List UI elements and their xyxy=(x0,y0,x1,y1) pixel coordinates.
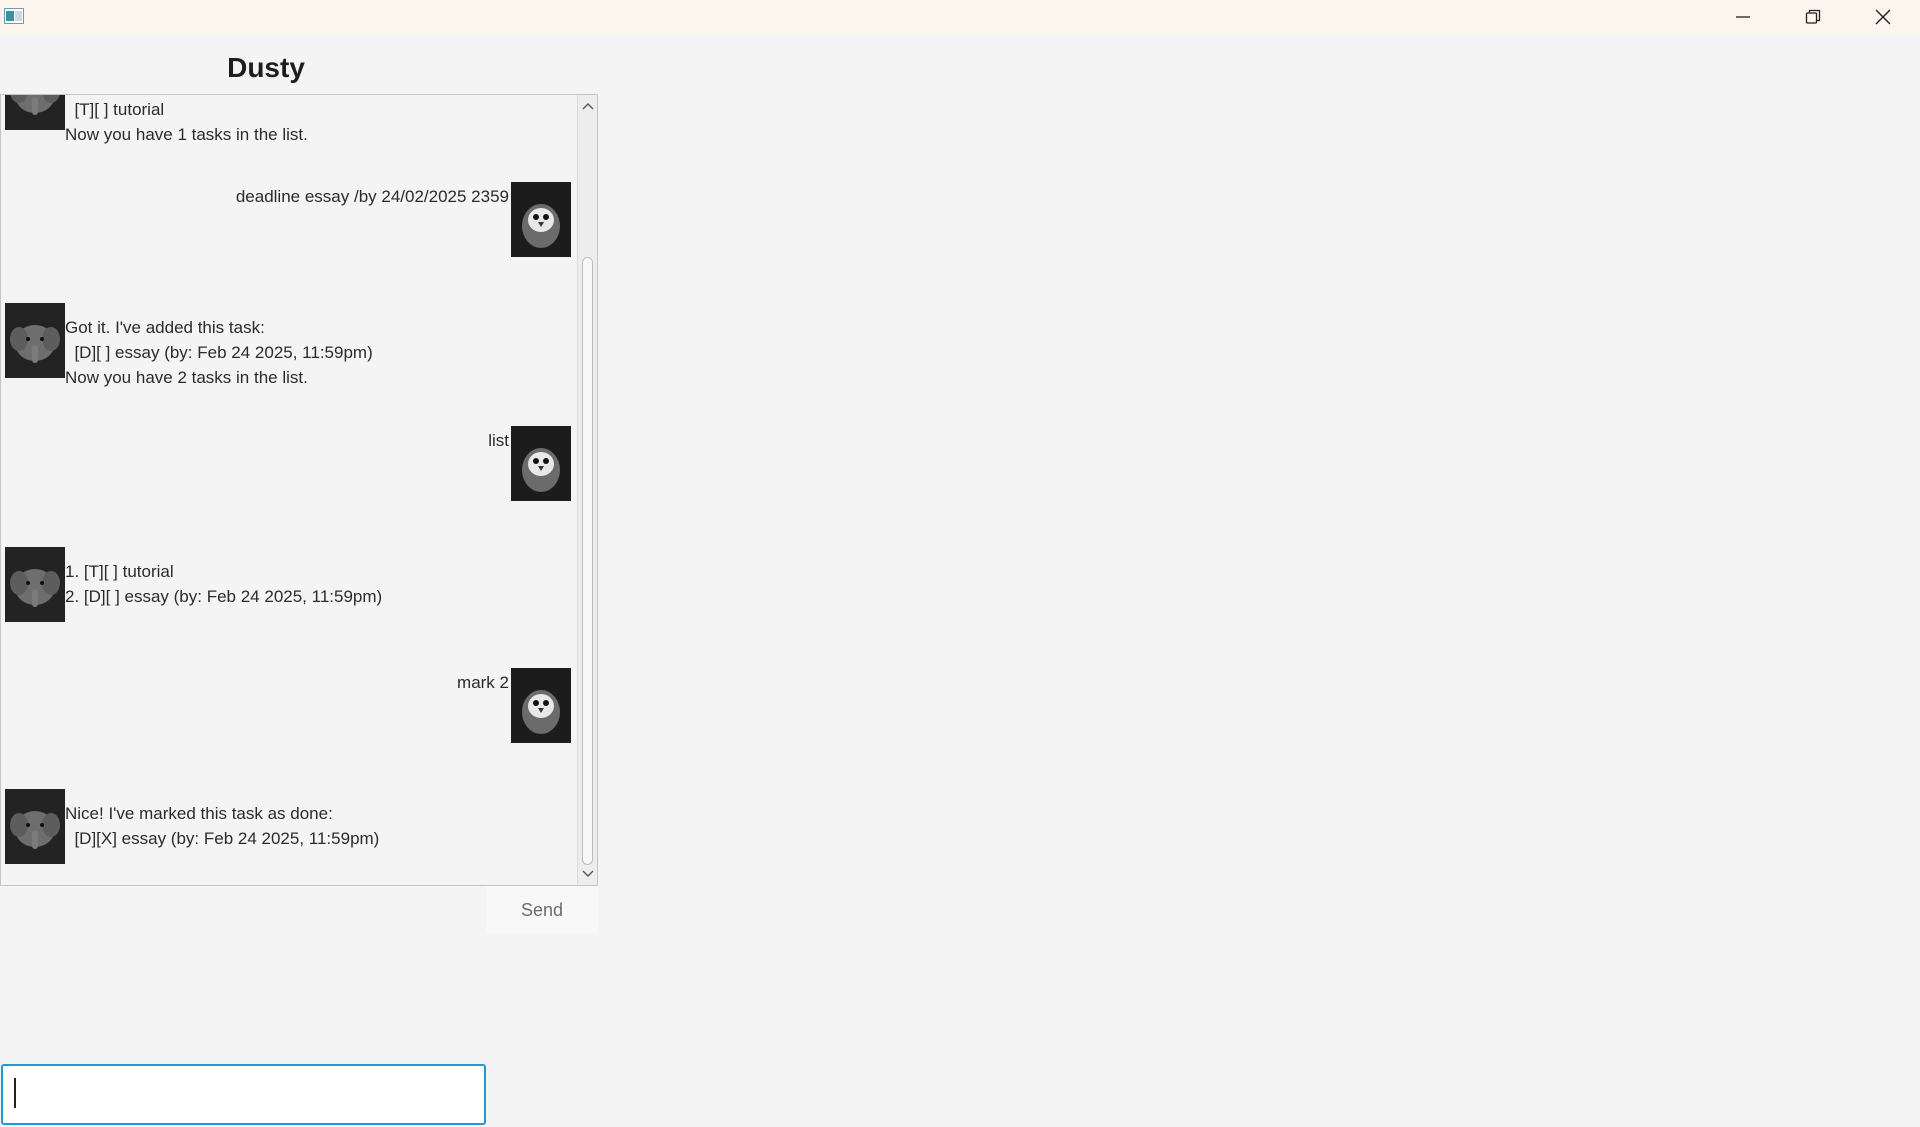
close-button[interactable] xyxy=(1848,0,1918,34)
window-titlebar xyxy=(0,0,1920,34)
bot-avatar xyxy=(5,789,65,864)
bot-message-text: [T][ ] tutorial Now you have 1 tasks in … xyxy=(65,100,308,144)
restore-button[interactable] xyxy=(1778,0,1848,34)
bot-message: Nice! I've marked this task as done: [D]… xyxy=(5,789,575,864)
vertical-scrollbar[interactable] xyxy=(577,95,597,885)
user-avatar xyxy=(511,668,571,743)
bot-message-text: 1. [T][ ] tutorial 2. [D][ ] essay (by: … xyxy=(65,562,383,606)
user-avatar xyxy=(511,426,571,501)
user-message: mark 2 xyxy=(1,668,571,743)
scroll-up-button[interactable] xyxy=(578,97,597,115)
page-title: Dusty xyxy=(227,52,305,83)
bot-message-text: Got it. I've added this task: [D][ ] ess… xyxy=(65,318,373,387)
minimize-icon xyxy=(1736,16,1750,18)
bot-message: 1. [T][ ] tutorial 2. [D][ ] essay (by: … xyxy=(5,547,575,622)
user-message-text: mark 2 xyxy=(457,673,509,692)
bot-avatar xyxy=(5,95,65,130)
bot-message: [T][ ] tutorial Now you have 1 tasks in … xyxy=(5,95,575,144)
chevron-down-icon xyxy=(582,870,593,877)
close-icon xyxy=(1875,9,1891,25)
dialog-scroll-pane[interactable]: [T][ ] tutorial Now you have 1 tasks in … xyxy=(0,94,598,886)
text-caret xyxy=(14,1078,16,1108)
user-message: deadline essay /by 24/02/2025 2359 xyxy=(1,182,571,257)
bot-avatar xyxy=(5,547,65,622)
user-message-text: list xyxy=(488,431,509,450)
user-avatar xyxy=(511,182,571,257)
bot-avatar xyxy=(5,303,65,378)
scrollbar-thumb[interactable] xyxy=(582,257,593,865)
minimize-button[interactable] xyxy=(1708,0,1778,34)
app-icon xyxy=(4,8,24,24)
user-message-text: deadline essay /by 24/02/2025 2359 xyxy=(235,187,509,206)
bot-message: Got it. I've added this task: [D][ ] ess… xyxy=(5,303,575,387)
send-button[interactable]: Send xyxy=(486,886,598,934)
scroll-down-button[interactable] xyxy=(578,865,597,883)
bot-message-text: Nice! I've marked this task as done: [D]… xyxy=(65,804,380,848)
user-message: list xyxy=(1,426,571,501)
restore-icon xyxy=(1805,9,1821,24)
chevron-up-icon xyxy=(582,103,593,110)
message-input[interactable] xyxy=(1,1064,486,1125)
